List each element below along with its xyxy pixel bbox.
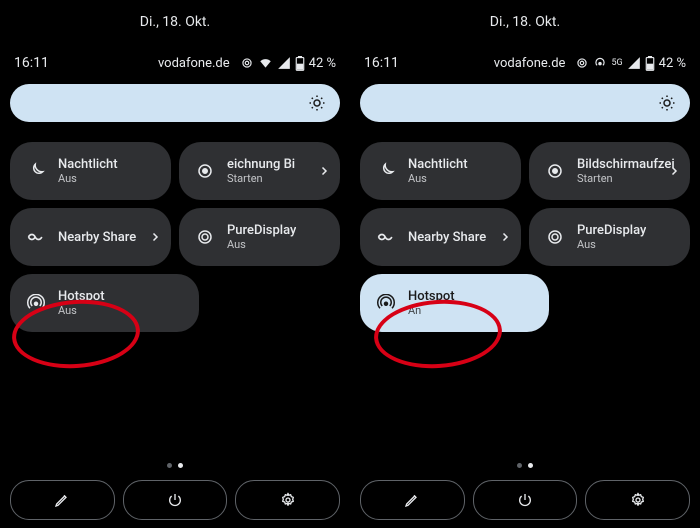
hotspot-status-icon [593, 56, 607, 70]
tile-title: Nearby Share [408, 230, 486, 245]
record-icon [543, 162, 567, 180]
tile-sub: Aus [58, 304, 105, 317]
tile-sub: Aus [58, 172, 118, 185]
nearby-share-icon [24, 230, 48, 244]
hotspot-icon [24, 294, 48, 312]
wifi-icon [258, 56, 273, 70]
battery-icon [295, 56, 305, 71]
nearby-share-icon [374, 230, 398, 244]
puredisplay-icon [193, 228, 217, 246]
status-bar: 16:11 vodafone.de 42 % [0, 55, 350, 71]
page-indicator [0, 463, 350, 468]
power-button[interactable] [473, 480, 578, 520]
nfc-icon [240, 56, 254, 70]
power-icon [517, 492, 533, 508]
carrier-label: vodafone.de [158, 56, 230, 71]
carrier-label: vodafone.de [494, 56, 566, 71]
brightness-icon [658, 94, 676, 112]
clock: 16:11 [14, 55, 49, 71]
power-button[interactable] [123, 480, 228, 520]
signal-icon [627, 56, 641, 70]
tile-puredisplay[interactable]: PureDisplayAus [529, 208, 690, 266]
gear-icon [280, 492, 296, 508]
tile-title: Nachtlicht [58, 157, 118, 172]
tile-sub: An [408, 304, 455, 317]
hotspot-icon [374, 294, 398, 312]
tile-screenrecord[interactable]: eichnung BiStarten [179, 142, 340, 200]
tile-nightlight[interactable]: NachtlichtAus [360, 142, 521, 200]
edit-button[interactable] [10, 480, 115, 520]
puredisplay-icon [543, 228, 567, 246]
date-label: Di., 18. Okt. [0, 14, 350, 30]
tile-nightlight[interactable]: NachtlichtAus [10, 142, 171, 200]
chevron-right-icon[interactable] [499, 231, 511, 243]
moon-icon [374, 162, 398, 180]
tile-sub: Starten [227, 172, 295, 185]
tile-title: Bildschirmaufzei [577, 157, 675, 172]
brightness-icon [308, 94, 326, 112]
status-bar: 16:11 vodafone.de 5G 42 % [350, 55, 700, 71]
tile-screenrecord[interactable]: BildschirmaufzeiStarten [529, 142, 690, 200]
tile-nearby-share[interactable]: Nearby Share [360, 208, 521, 266]
nfc-icon [575, 56, 589, 70]
power-icon [167, 492, 183, 508]
page-dot [528, 463, 533, 468]
chevron-right-icon[interactable] [149, 231, 161, 243]
tile-puredisplay[interactable]: PureDisplayAus [179, 208, 340, 266]
page-indicator [350, 463, 700, 468]
clock: 16:11 [364, 55, 399, 71]
chevron-right-icon[interactable] [668, 165, 680, 177]
network-type: 5G [611, 58, 622, 68]
tile-hotspot[interactable]: HotspotAn [360, 274, 549, 332]
pencil-icon [404, 492, 420, 508]
pencil-icon [54, 492, 70, 508]
tile-sub: Starten [577, 172, 675, 185]
page-dot [517, 463, 522, 468]
battery-percent: 42 % [309, 56, 336, 71]
page-dot [167, 463, 172, 468]
edit-button[interactable] [360, 480, 465, 520]
tile-title: PureDisplay [227, 223, 296, 238]
tile-title: PureDisplay [577, 223, 646, 238]
tile-title: Hotspot [58, 289, 105, 304]
date-label: Di., 18. Okt. [350, 14, 700, 30]
settings-button[interactable] [235, 480, 340, 520]
battery-percent: 42 % [659, 56, 686, 71]
record-icon [193, 162, 217, 180]
moon-icon [24, 162, 48, 180]
signal-icon [277, 56, 291, 70]
tile-title: Nearby Share [58, 230, 136, 245]
tile-sub: Aus [408, 172, 468, 185]
tile-title: eichnung Bi [227, 157, 295, 172]
brightness-slider[interactable] [10, 84, 340, 122]
tile-sub: Aus [227, 238, 296, 251]
brightness-slider[interactable] [360, 84, 690, 122]
settings-button[interactable] [585, 480, 690, 520]
tile-nearby-share[interactable]: Nearby Share [10, 208, 171, 266]
battery-icon [645, 56, 655, 71]
chevron-right-icon[interactable] [318, 165, 330, 177]
tile-title: Nachtlicht [408, 157, 468, 172]
tile-sub: Aus [577, 238, 646, 251]
page-dot [178, 463, 183, 468]
tile-title: Hotspot [408, 289, 455, 304]
tile-hotspot[interactable]: HotspotAus [10, 274, 199, 332]
gear-icon [630, 492, 646, 508]
